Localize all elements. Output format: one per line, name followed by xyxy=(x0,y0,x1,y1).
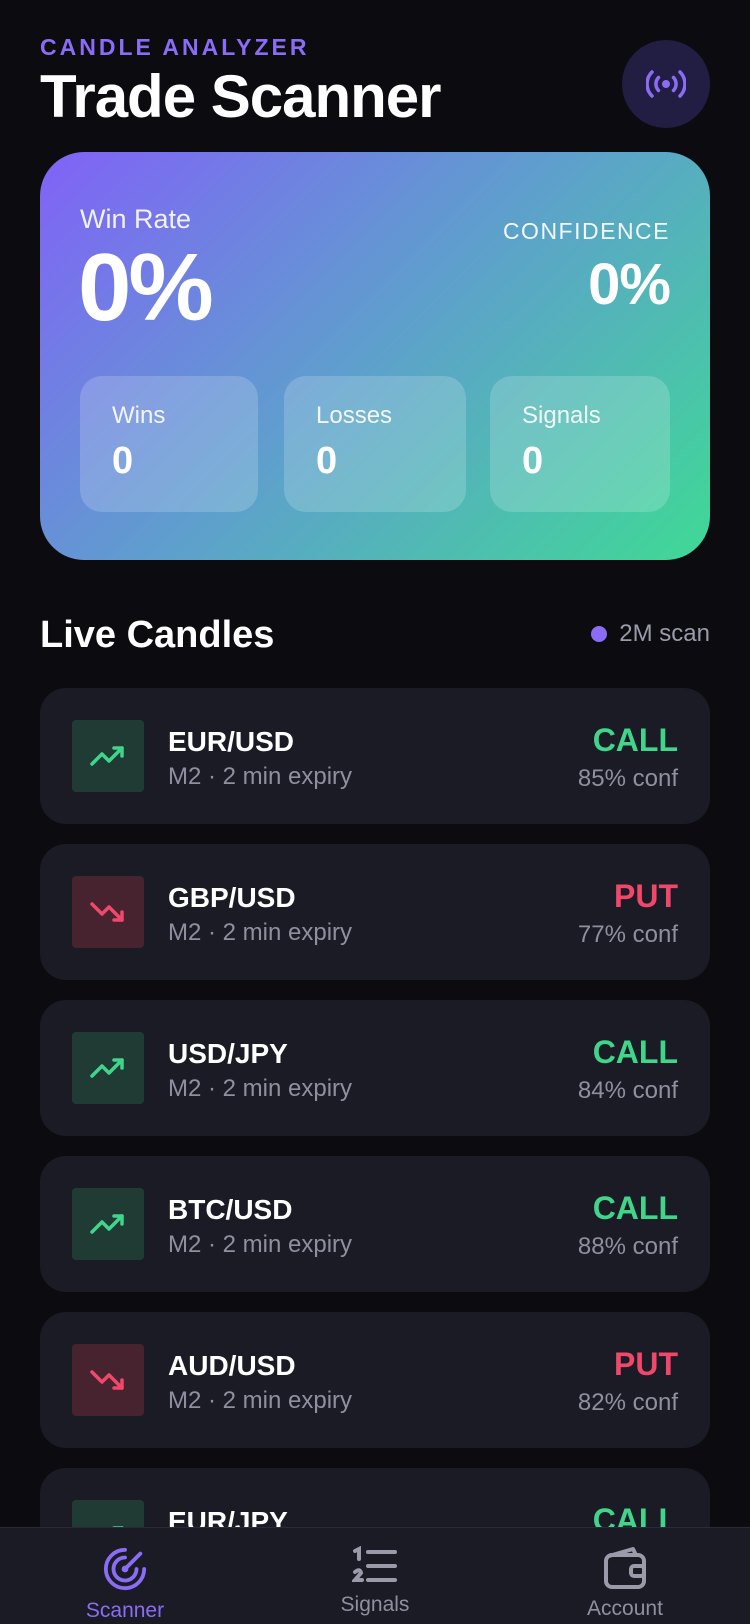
trend-badge xyxy=(72,876,144,948)
nav-label: Signals xyxy=(340,1593,410,1616)
nav-account[interactable]: Account xyxy=(500,1528,750,1624)
pair-meta: M2 · 2 min expiry xyxy=(168,1387,353,1414)
candle-row[interactable]: BTC/USD M2 · 2 min expiry CALL 88% conf xyxy=(40,1156,710,1292)
losses-value: 0 xyxy=(316,440,338,482)
pair-name: BTC/USD xyxy=(168,1194,293,1225)
candle-row[interactable]: GBP/USD M2 · 2 min expiry PUT 77% conf xyxy=(40,844,710,980)
trend-badge xyxy=(72,1344,144,1416)
bottom-nav: Scanner Signals Account xyxy=(0,1527,750,1624)
losses-card: Losses 0 xyxy=(284,376,466,512)
trend-badge xyxy=(72,1500,144,1528)
live-candles-header: Live Candles 2M scan xyxy=(40,610,710,660)
wins-value: 0 xyxy=(112,440,134,482)
signals-card: Signals 0 xyxy=(490,376,670,512)
candle-list[interactable]: EUR/USD M2 · 2 min expiry CALL 85% conf GBP/… xyxy=(40,688,710,1528)
confidence-text: 85% conf xyxy=(577,765,678,792)
broadcast-button[interactable] xyxy=(622,40,710,128)
trend-up-icon xyxy=(90,746,124,766)
signal-label: PUT xyxy=(614,1346,678,1382)
scan-interval: 2M scan xyxy=(619,620,710,647)
nav-scanner[interactable]: Scanner xyxy=(0,1528,250,1624)
losses-label: Losses xyxy=(316,402,393,429)
signals-label: Signals xyxy=(522,402,601,429)
signals-value: 0 xyxy=(522,440,544,482)
pair-name: AUD/USD xyxy=(168,1350,296,1381)
wins-card: Wins 0 xyxy=(80,376,258,512)
win-rate-value: 0% xyxy=(78,234,214,341)
trend-down-icon xyxy=(90,1370,124,1390)
header: CANDLE ANALYZER Trade Scanner xyxy=(40,32,710,142)
pair-name: EUR/JPY xyxy=(168,1506,288,1528)
win-rate-label: Win Rate xyxy=(80,204,192,234)
stats-card: Win Rate 0% CONFIDENCE 0% Wins 0 Losses … xyxy=(40,152,710,560)
candle-row[interactable]: EUR/USD M2 · 2 min expiry CALL 85% conf xyxy=(40,688,710,824)
trend-down-icon xyxy=(90,902,124,922)
page-title: Trade Scanner xyxy=(40,63,442,130)
nav-signals[interactable]: Signals xyxy=(250,1528,500,1624)
candle-row[interactable]: AUD/USD M2 · 2 min expiry PUT 82% conf xyxy=(40,1312,710,1448)
signal-label: CALL xyxy=(592,722,678,758)
signal-label: PUT xyxy=(614,878,678,914)
trend-badge xyxy=(72,1188,144,1260)
nav-label: Scanner xyxy=(85,1599,165,1622)
pair-name: EUR/USD xyxy=(168,726,295,757)
confidence-label: CONFIDENCE xyxy=(502,218,670,244)
signal-label: CALL xyxy=(592,1502,678,1528)
pair-meta: M2 · 2 min expiry xyxy=(168,763,353,790)
pair-meta: M2 · 2 min expiry xyxy=(168,919,353,946)
scan-indicator: 2M scan xyxy=(591,620,710,648)
broadcast-icon xyxy=(646,70,686,98)
trend-up-icon xyxy=(90,1058,124,1078)
candle-row[interactable]: USD/JPY M2 · 2 min expiry CALL 84% conf xyxy=(40,1000,710,1136)
scan-dot-icon xyxy=(591,626,608,642)
pair-meta: M2 · 2 min expiry xyxy=(168,1231,353,1258)
radar-icon xyxy=(103,1547,147,1591)
pair-meta: M2 · 2 min expiry xyxy=(168,1075,353,1102)
confidence-text: 88% conf xyxy=(577,1233,678,1260)
pair-name: USD/JPY xyxy=(168,1038,288,1069)
confidence-text: 82% conf xyxy=(577,1389,678,1416)
nav-label: Account xyxy=(587,1597,663,1620)
confidence-text: 84% conf xyxy=(577,1077,678,1104)
signal-label: CALL xyxy=(592,1190,678,1226)
signal-label: CALL xyxy=(592,1034,678,1070)
pair-name: GBP/USD xyxy=(168,882,296,913)
confidence-text: 77% conf xyxy=(577,921,678,948)
trend-badge xyxy=(72,720,144,792)
wallet-icon xyxy=(604,1547,646,1589)
trend-up-icon xyxy=(90,1214,124,1234)
confidence-value: 0% xyxy=(588,252,671,317)
wins-label: Wins xyxy=(112,402,166,429)
list-icon xyxy=(352,1546,397,1582)
candle-row[interactable]: EUR/JPYM2 · 2 min expiryCALL xyxy=(40,1468,710,1528)
trend-badge xyxy=(72,1032,144,1104)
app-subtitle: CANDLE ANALYZER xyxy=(40,34,310,60)
